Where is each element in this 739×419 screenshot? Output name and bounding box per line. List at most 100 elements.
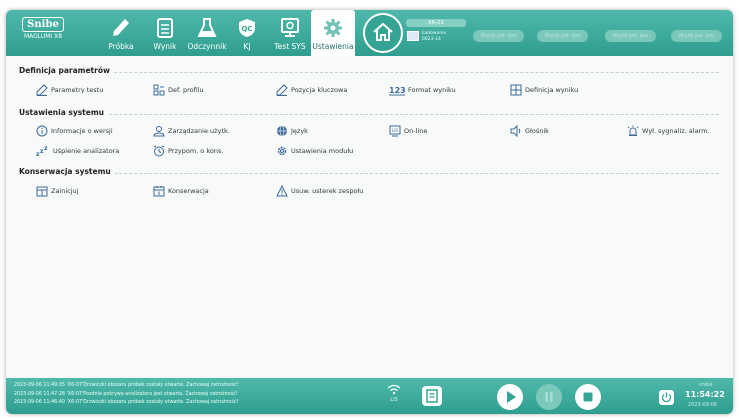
- item-label: On-line: [404, 127, 428, 135]
- item-label: Przypom. o kons.: [168, 147, 224, 155]
- tab-label: Test SYS: [274, 42, 306, 51]
- wifi-icon: [387, 384, 401, 395]
- results-list-icon: [157, 18, 173, 38]
- svg-text:123: 123: [389, 86, 405, 95]
- pause-icon: [545, 392, 553, 402]
- item-label: Uśpienie analizatora: [53, 147, 120, 155]
- item-pozycja-kluczowa[interactable]: Pozycja kluczowa: [276, 84, 347, 98]
- svg-text:QC: QC: [241, 25, 252, 33]
- queue-slot-2[interactable]: Wyjdź poł. pos: [537, 30, 588, 42]
- sample-status-text: Ładowanie 0023-14: [422, 31, 446, 43]
- item-label: Ustawienia modułu: [291, 147, 354, 155]
- pencil-icon: [36, 84, 48, 96]
- item-label: Definicja wyniku: [525, 86, 579, 94]
- item-label: Def. profilu: [168, 86, 204, 94]
- tab-probka[interactable]: Próbka: [100, 10, 142, 56]
- session-info: snibe 11:54:22 2023-09-06: [653, 381, 725, 411]
- section-konserwacja: Konserwacja systemu: [19, 167, 719, 177]
- item-uspienie-analizatora[interactable]: z z z Uśpienie analizatora: [36, 145, 119, 159]
- logo-model: MAGLUMI X8: [23, 33, 63, 40]
- power-button[interactable]: [659, 390, 674, 405]
- item-label: Konserwacja: [168, 187, 209, 195]
- logo-brand: Snibe: [22, 17, 64, 32]
- system-test-icon: [281, 18, 299, 37]
- item-jezyk[interactable]: Język: [276, 125, 308, 139]
- item-ustawienia-modulu[interactable]: Ustawienia modułu: [276, 145, 353, 159]
- pause-button[interactable]: [536, 384, 562, 410]
- tab-wynik[interactable]: Wynik: [146, 10, 184, 56]
- item-label: Parametry testu: [51, 86, 104, 94]
- queue-slot-1[interactable]: Wyjdź poł. pos: [473, 30, 524, 42]
- sample-status[interactable]: X6-01 Ładowanie 0023-14: [406, 19, 466, 49]
- item-label: Informacje o wersji: [51, 127, 113, 135]
- app-window: Snibe MAGLUMI X8 Próbka Wynik Odczynnik …: [6, 10, 733, 414]
- section-ustawienia: Ustawienia systemu: [19, 108, 719, 118]
- svg-text:z: z: [44, 145, 48, 152]
- calendar-icon: [153, 186, 165, 197]
- pencil-icon: [113, 19, 129, 36]
- warning-icon: [276, 184, 288, 197]
- item-wyl-sygnaliz-alarm[interactable]: Wył. sygnaliz. alarm.: [627, 125, 710, 139]
- queue-slot-4[interactable]: Wyjdź poł. pos: [671, 30, 722, 42]
- logo: Snibe MAGLUMI X8: [14, 17, 72, 49]
- item-format-wyniku[interactable]: 123 Format wyniku: [389, 84, 456, 98]
- svg-text:LIS: LIS: [392, 128, 398, 133]
- item-label: Zainicjuj: [51, 187, 79, 195]
- top-bar: Snibe MAGLUMI X8 Próbka Wynik Odczynnik …: [6, 10, 733, 56]
- event-log[interactable]: 2023-09-06 11:49:35 'X6-07'Drzwiczki obs…: [14, 382, 384, 408]
- item-label: Zarządzanie użytk.: [168, 127, 230, 135]
- profile-grid-icon: [153, 84, 165, 96]
- initialize-icon: [36, 186, 48, 197]
- tab-odczynnik[interactable]: Odczynnik: [184, 10, 230, 56]
- stop-button[interactable]: [575, 384, 601, 410]
- item-zainicjuj[interactable]: Zainicjuj: [36, 185, 78, 199]
- sample-position: X6-01: [406, 19, 466, 27]
- clock: 11:54:22: [685, 390, 725, 399]
- item-label: Wył. sygnaliz. alarm.: [642, 127, 710, 135]
- item-on-line[interactable]: LIS On-line: [389, 125, 427, 139]
- report-button[interactable]: [422, 386, 442, 406]
- queue-slot-3[interactable]: Wyjdź poł. pos: [605, 30, 656, 42]
- qc-shield-icon: QC: [239, 19, 255, 37]
- sample-rack-icon: [407, 31, 419, 41]
- log-entry: 2023-09-06 11:46:40 'X6-07'Drzwiczki obs…: [14, 400, 239, 405]
- item-label: Język: [291, 127, 308, 135]
- item-informacje-o-wersji[interactable]: Informacje o wersji: [36, 125, 113, 139]
- lis-connection[interactable]: LIS: [384, 384, 404, 403]
- home-icon: [373, 22, 393, 41]
- user-icon: [153, 126, 165, 137]
- item-label: Usuw. usterek zespołu: [291, 187, 364, 195]
- item-glosnik[interactable]: Głośnik: [510, 124, 549, 139]
- pencil-icon: [276, 84, 288, 96]
- bottom-bar: 2023-09-06 11:49:35 'X6-07'Drzwiczki obs…: [6, 378, 733, 414]
- tab-label: Próbka: [108, 42, 134, 51]
- item-konserwacja[interactable]: Konserwacja: [153, 185, 209, 199]
- item-przypom-o-kons[interactable]: Przypom. o kons.: [153, 145, 223, 159]
- result-definition-icon: [510, 84, 522, 96]
- item-def-profilu[interactable]: Def. profilu: [153, 84, 204, 98]
- flask-icon: [197, 18, 217, 37]
- tab-kj[interactable]: QC KJ: [234, 10, 260, 56]
- tab-ustawienia[interactable]: Ustawienia: [311, 10, 355, 56]
- tab-test-sys[interactable]: Test SYS: [270, 10, 310, 56]
- tab-label: Ustawienia: [312, 42, 354, 51]
- item-usuw-usterek-zespolu[interactable]: Usuw. usterek zespołu: [276, 184, 364, 199]
- section-divider: [19, 72, 719, 73]
- item-definicja-wyniku[interactable]: Definicja wyniku: [510, 84, 578, 98]
- home-button[interactable]: [363, 13, 403, 53]
- speaker-icon: [510, 124, 521, 138]
- globe-icon: [277, 125, 287, 137]
- start-button[interactable]: [497, 384, 523, 410]
- settings-content: Definicja parametrów Parametry testu Def…: [6, 56, 733, 378]
- module-gear-icon: [277, 146, 287, 156]
- number-format-icon: 123: [389, 86, 406, 96]
- tab-label: Wynik: [153, 42, 177, 51]
- tab-label: Odczynnik: [187, 42, 227, 51]
- section-definicja: Definicja parametrów: [19, 66, 719, 76]
- gear-icon: [324, 19, 342, 37]
- current-user: snibe: [699, 382, 713, 388]
- item-parametry-testu[interactable]: Parametry testu: [36, 84, 103, 98]
- tab-label: KJ: [243, 42, 251, 51]
- item-zarzadzanie-uzytk[interactable]: Zarządzanie użytk.: [153, 125, 230, 139]
- date: 2023-09-06: [688, 402, 718, 408]
